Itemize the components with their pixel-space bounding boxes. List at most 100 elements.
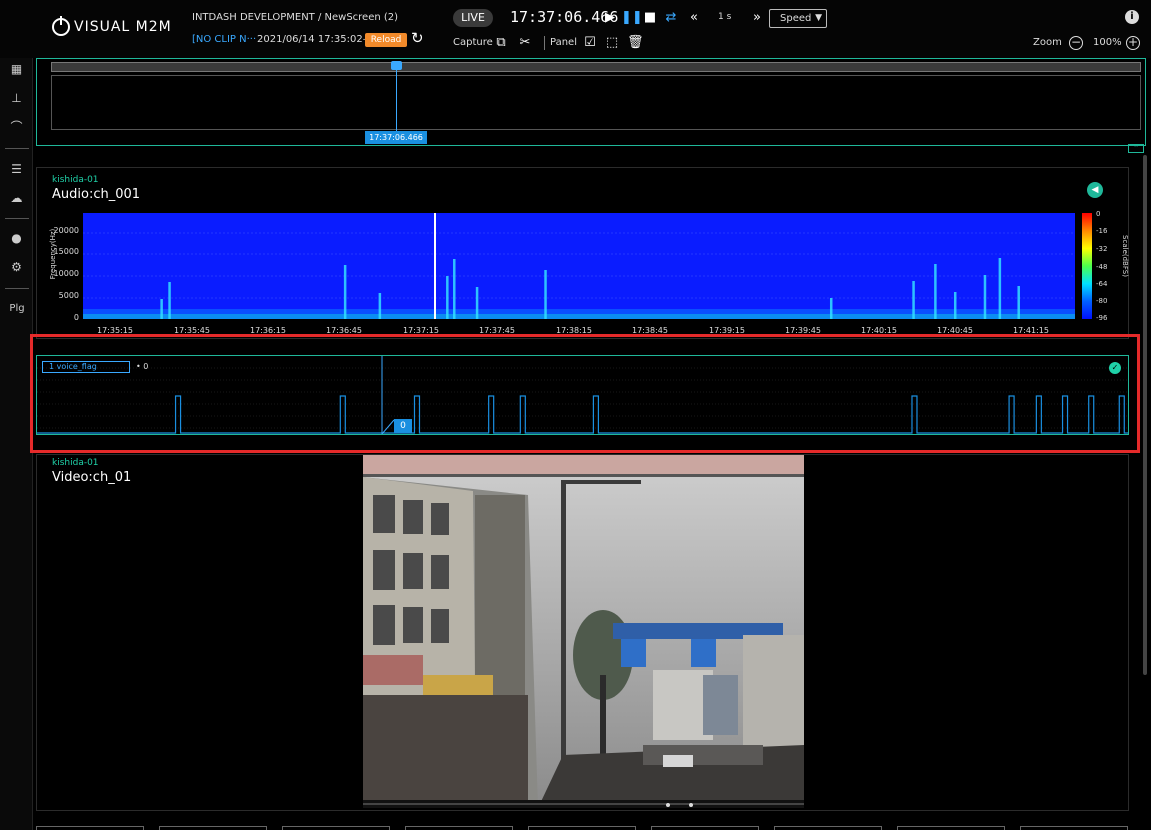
colorbar-tick: -16 <box>1096 227 1108 235</box>
user-icon[interactable]: ● <box>8 230 25 247</box>
chart-icon[interactable]: ⌒ <box>8 119 25 136</box>
zoom-in-icon[interactable]: + <box>1126 36 1140 50</box>
video-frame[interactable] <box>363 455 804 808</box>
timeline-area[interactable] <box>51 75 1141 130</box>
reload-button[interactable]: Reload <box>365 33 407 47</box>
collapse-timeline-icon[interactable]: ⌃ <box>1128 144 1144 153</box>
clip-label[interactable]: [NO CLIP N··· <box>192 34 256 45</box>
audio-channel-label: Audio:ch_001 <box>52 187 141 202</box>
date-label: 2021/06/14 17:35:02– <box>257 34 368 45</box>
timeline-cursor-time: 17:37:06.466 <box>365 131 427 144</box>
bottom-tab[interactable] <box>159 826 267 830</box>
audio-device-label: kishida-01 <box>52 175 99 185</box>
refresh-icon[interactable]: ↻ <box>411 31 425 46</box>
bottom-tab[interactable] <box>282 826 390 830</box>
loop-icon[interactable]: ⇄ <box>663 10 679 26</box>
speed-select[interactable]: Speed ▼ <box>769 9 827 28</box>
colorbar-tick: -64 <box>1096 280 1108 288</box>
panel-edit-icon[interactable]: ☑ <box>582 35 598 51</box>
live-button[interactable]: LIVE <box>453 9 493 27</box>
panel-label: Panel <box>550 37 577 48</box>
video-device-label: kishida-01 <box>52 458 99 468</box>
logo-text: VISUAL M2M <box>74 19 172 35</box>
bottom-tab[interactable] <box>651 826 759 830</box>
trash-icon[interactable]: 🗑 <box>627 35 644 51</box>
check-icon[interactable]: ✓ <box>1109 362 1121 374</box>
voice-flag-current-value: 0 <box>394 419 412 433</box>
video-panel: kishida-01 Video:ch_01 <box>36 454 1129 811</box>
colorbar-tick: -32 <box>1096 245 1108 253</box>
spectrogram-burst <box>1017 286 1020 319</box>
scissors-icon[interactable]: ✂ <box>517 35 533 51</box>
dashboard-icon[interactable]: ▦ <box>8 61 25 78</box>
y-tick: 15000 <box>53 247 79 256</box>
plugin-label[interactable]: Plg <box>6 300 28 317</box>
spectrogram-burst <box>953 292 957 319</box>
capture-screen-icon[interactable]: ⧉ <box>493 35 509 51</box>
spectrogram-burst <box>168 282 171 319</box>
bottom-tab[interactable] <box>528 826 636 830</box>
bottom-tab[interactable] <box>1020 826 1128 830</box>
spectrogram-burst <box>912 281 915 319</box>
top-bar: VISUAL M2M INTDASH DEVELOPMENT / NewScre… <box>0 0 1151 58</box>
rewind-icon[interactable]: « <box>686 10 702 26</box>
y-tick: 20000 <box>53 226 79 235</box>
spectrogram-burst <box>934 264 937 319</box>
app-root: ⤢ ▦ ⊥ ⌒ ☰ ☁ ● ⚙ Plg VISUAL M2M INTDASH D… <box>0 0 1151 830</box>
spectrogram-burst <box>544 270 547 319</box>
sidebar-divider <box>5 218 29 219</box>
speed-label: Speed <box>780 13 812 24</box>
spectrogram-burst <box>446 276 449 319</box>
spectrogram-burst <box>160 299 163 319</box>
spectrogram-burst <box>343 265 347 319</box>
spectrogram-burst <box>378 293 382 319</box>
sidebar-divider <box>5 148 29 149</box>
voice-flag-legend-value: • 0 <box>136 362 149 371</box>
bottom-tab[interactable] <box>897 826 1005 830</box>
page-scrollbar[interactable] <box>1143 155 1147 675</box>
spectrogram-burst <box>998 258 1002 319</box>
spectrogram[interactable] <box>83 213 1075 319</box>
colorbar-tick: -48 <box>1096 263 1108 271</box>
spectrogram-burst <box>453 259 456 319</box>
info-icon[interactable]: i <box>1125 10 1139 24</box>
bottom-tab[interactable] <box>774 826 882 830</box>
timeline-scrollbar[interactable] <box>51 62 1141 72</box>
bottom-tab[interactable] <box>36 826 144 830</box>
gear-icon[interactable]: ⚙ <box>8 259 25 276</box>
colorbar-tick: -80 <box>1096 297 1108 305</box>
cloud-upload-icon[interactable]: ☁ <box>8 190 25 207</box>
bottom-tab[interactable] <box>405 826 513 830</box>
colorbar-tick: -96 <box>1096 314 1108 322</box>
y-tick: 5000 <box>58 291 79 300</box>
colorbar <box>1082 213 1092 319</box>
y-tick: 0 <box>73 313 79 322</box>
voice-flag-chart[interactable] <box>37 356 1128 434</box>
spectrogram-burst <box>475 287 479 319</box>
slider-icon[interactable]: ⊥ <box>8 90 25 107</box>
fast-forward-icon[interactable]: » <box>749 10 765 26</box>
list-icon[interactable]: ☰ <box>8 161 25 178</box>
timeline-panel: 17:37:06.466 <box>36 58 1146 146</box>
zoom-value: 100% <box>1093 37 1122 48</box>
speaker-icon[interactable]: ◀ <box>1087 182 1103 198</box>
timeline-cursor-handle[interactable] <box>391 61 402 70</box>
play-icon[interactable]: ▶ <box>602 10 618 26</box>
voice-flag-panel: 1 voice_flag • 0 ✓ 0 <box>36 355 1129 435</box>
y-tick: 10000 <box>53 269 79 278</box>
voice-flag-legend[interactable]: 1 voice_flag <box>42 361 130 373</box>
stop-icon[interactable]: ■ <box>642 10 658 26</box>
spectrogram-burst <box>983 275 987 319</box>
sidebar: ⤢ ▦ ⊥ ⌒ ☰ ☁ ● ⚙ Plg <box>0 0 33 830</box>
panel-select-icon[interactable]: ⬚ <box>604 35 620 51</box>
step-label[interactable]: 1 s <box>718 12 731 22</box>
colorbar-title: Scale(dBFS) <box>1121 235 1129 277</box>
power-icon <box>52 16 70 36</box>
zoom-out-icon[interactable]: − <box>1069 36 1083 50</box>
chevron-down-icon: ▼ <box>815 13 822 23</box>
legend-value-text: 0 <box>143 362 149 371</box>
project-path[interactable]: INTDASH DEVELOPMENT / NewScreen (2) <box>192 12 398 23</box>
pause-icon[interactable]: ❚❚ <box>621 10 643 26</box>
audio-panel: kishida-01 Audio:ch_001 ◀ Frequency(Hz) … <box>36 167 1129 339</box>
timeline-cursor[interactable] <box>396 63 397 134</box>
